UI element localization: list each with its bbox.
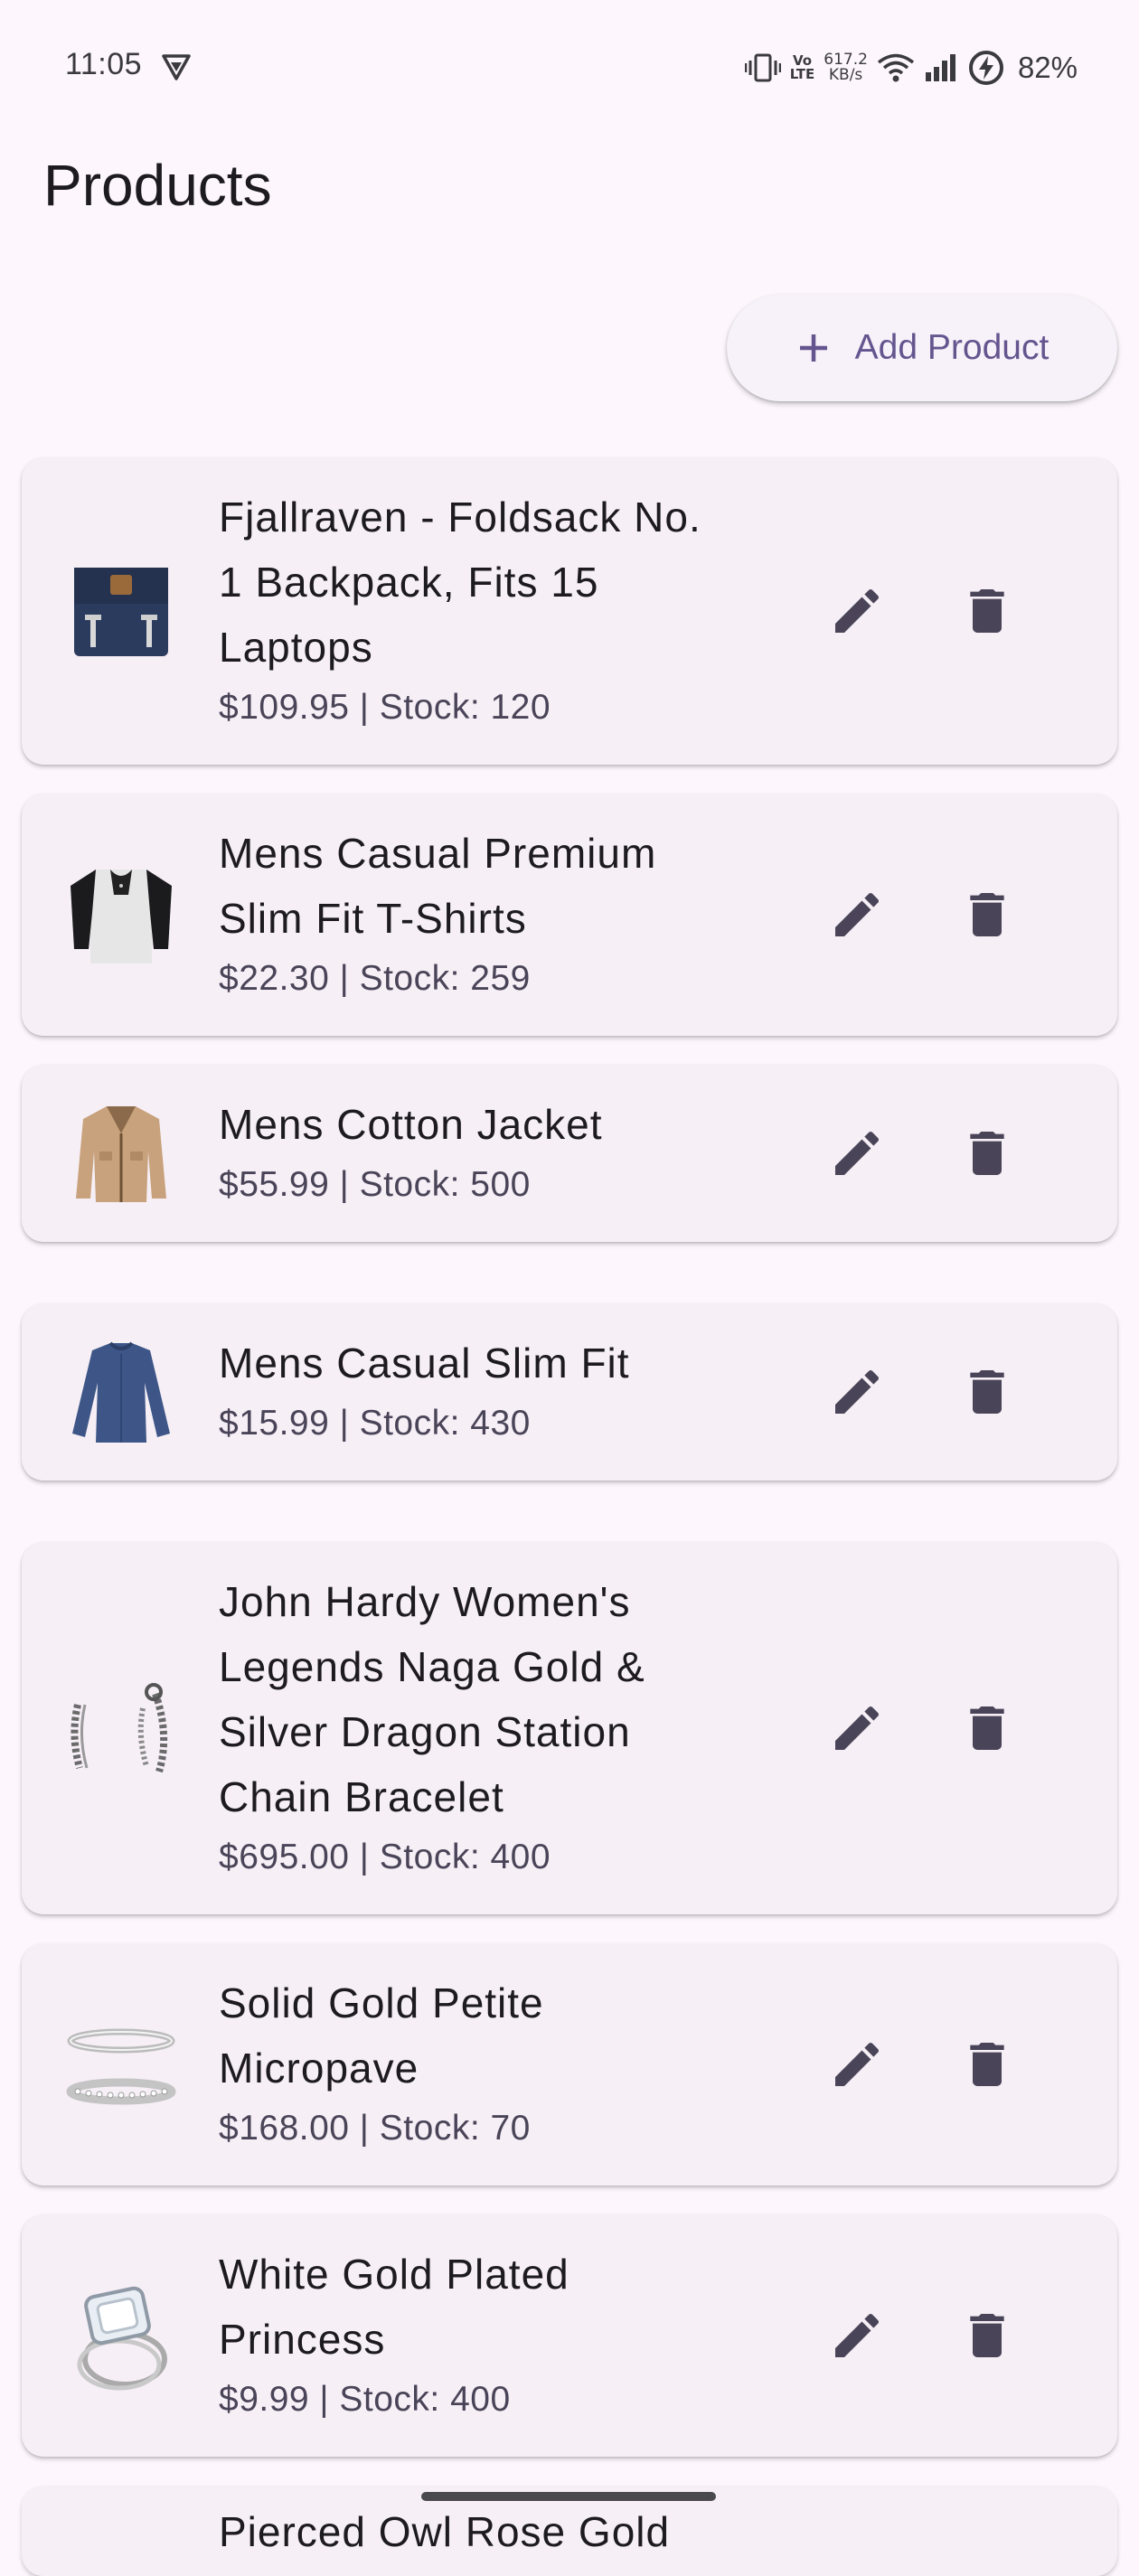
- product-image: [65, 1097, 177, 1209]
- list-item[interactable]: Mens Casual Slim Fit $15.99 | Stock: 430: [22, 1303, 1117, 1481]
- pencil-icon: [835, 1131, 880, 1175]
- product-info: White Gold Plated Princess $9.99 | Stock: …: [219, 2242, 779, 2426]
- product-image: [65, 2280, 177, 2392]
- product-image: [65, 859, 177, 971]
- battery-percent: 82%: [1017, 51, 1078, 84]
- edit-button[interactable]: [814, 1349, 900, 1435]
- trash-icon: [970, 1132, 1004, 1175]
- delete-button[interactable]: [944, 1685, 1031, 1772]
- delete-button[interactable]: [944, 2021, 1031, 2108]
- product-title-line: Legends Naga Gold &: [219, 1643, 645, 1690]
- product-title: Fjallraven - Foldsack No. 1 Backpack, Fit…: [219, 484, 779, 680]
- signal-icon: [925, 54, 955, 81]
- edit-button[interactable]: [814, 1110, 900, 1197]
- trash-icon: [970, 589, 1004, 633]
- list-item[interactable]: White Gold Plated Princess $9.99 | Stock: …: [22, 2214, 1117, 2457]
- product-image: [65, 1672, 177, 1784]
- product-info: Mens Casual Slim Fit $15.99 | Stock: 430: [219, 1330, 779, 1450]
- delete-button[interactable]: [944, 1349, 1031, 1435]
- vibrate-icon: [744, 53, 781, 82]
- product-price-stock: $9.99 | Stock: 400: [219, 2380, 511, 2419]
- network-speed: 617.2 KB/s: [824, 52, 868, 83]
- product-title: Mens Casual Slim Fit: [219, 1330, 779, 1396]
- product-title-line: Princess: [219, 2316, 386, 2363]
- product-title-line: Chain Bracelet: [219, 1773, 504, 1820]
- product-title-line: Silver Dragon Station: [219, 1708, 631, 1755]
- add-product-button[interactable]: Add Product: [727, 295, 1117, 401]
- add-product-label: Add Product: [854, 328, 1050, 367]
- trash-icon: [970, 1706, 1004, 1750]
- product-title: John Hardy Women's Legends Naga Gold & Sil…: [219, 1569, 779, 1829]
- trash-icon: [970, 893, 1004, 936]
- delete-button[interactable]: [944, 871, 1031, 958]
- product-title-line: White Gold Plated: [219, 2251, 570, 2298]
- product-title-line: 1 Backpack, Fits 15: [219, 559, 599, 606]
- volte-icon: Vo LTE: [790, 54, 815, 81]
- product-price-stock: $168.00 | Stock: 70: [219, 2109, 531, 2148]
- pencil-icon: [835, 2313, 880, 2357]
- trash-icon: [970, 2314, 1004, 2357]
- product-title: Mens Cotton Jacket: [219, 1092, 779, 1157]
- volte-bottom: LTE: [789, 66, 815, 82]
- product-info: Mens Casual Premium Slim Fit T-Shirts $22.…: [219, 821, 779, 1005]
- product-title-line: Slim Fit T-Shirts: [219, 895, 527, 942]
- product-title-line: Mens Casual Slim Fit: [219, 1340, 630, 1387]
- product-info: Solid Gold Petite Micropave $168.00 | Stoc…: [219, 1970, 779, 2155]
- product-price-stock: $15.99 | Stock: 430: [219, 1404, 531, 1443]
- delete-button[interactable]: [944, 2292, 1031, 2379]
- plus-icon: [799, 334, 827, 362]
- edit-button[interactable]: [814, 2021, 900, 2108]
- product-price-stock: $695.00 | Stock: 400: [219, 1838, 551, 1876]
- trash-icon: [970, 1370, 1004, 1414]
- edit-button[interactable]: [814, 871, 900, 958]
- wifi-icon: [877, 53, 915, 82]
- product-title: Solid Gold Petite Micropave: [219, 1970, 779, 2101]
- pencil-icon: [835, 892, 880, 936]
- pencil-icon: [835, 588, 880, 633]
- pencil-icon: [835, 1706, 880, 1750]
- product-title-line: John Hardy Women's: [219, 1578, 631, 1625]
- product-info: Fjallraven - Foldsack No. 1 Backpack, Fit…: [219, 484, 779, 734]
- product-info: Mens Cotton Jacket $55.99 | Stock: 500: [219, 1092, 779, 1211]
- edit-button[interactable]: [814, 2292, 900, 2379]
- list-item[interactable]: Fjallraven - Foldsack No. 1 Backpack, Fit…: [22, 457, 1117, 765]
- trash-icon: [970, 2043, 1004, 2086]
- product-info: John Hardy Women's Legends Naga Gold & Sil…: [219, 1569, 779, 1884]
- list-item[interactable]: John Hardy Women's Legends Naga Gold & Sil…: [22, 1542, 1117, 1914]
- page-title: Products: [43, 153, 272, 218]
- list-item[interactable]: Solid Gold Petite Micropave $168.00 | Stoc…: [22, 1943, 1117, 2186]
- product-title: Mens Casual Premium Slim Fit T-Shirts: [219, 821, 779, 951]
- status-time: 11:05: [65, 47, 143, 81]
- product-title-line: Micropave: [219, 2045, 419, 2092]
- product-title-line: Mens Cotton Jacket: [219, 1101, 603, 1148]
- product-price-stock: $22.30 | Stock: 259: [219, 959, 531, 998]
- delete-button[interactable]: [944, 1110, 1031, 1197]
- list-item[interactable]: Mens Cotton Jacket $55.99 | Stock: 500: [22, 1065, 1117, 1242]
- list-item[interactable]: Mens Casual Premium Slim Fit T-Shirts $22.…: [22, 794, 1117, 1036]
- product-title-line: Solid Gold Petite: [219, 1979, 544, 2026]
- product-price-stock: $109.95 | Stock: 120: [219, 688, 551, 727]
- product-title-partial: Pierced Owl Rose Gold: [219, 2508, 671, 2555]
- network-speed-unit: KB/s: [828, 66, 863, 84]
- gesture-navigation-bar[interactable]: [421, 2492, 716, 2501]
- status-bar: 11:05 Vo LTE 617.2 KB/s 82%: [0, 0, 1139, 136]
- product-image: [65, 1336, 177, 1448]
- product-image: [65, 2008, 177, 2120]
- product-price-stock: $55.99 | Stock: 500: [219, 1165, 531, 1204]
- product-title-line: Fjallraven - Foldsack No.: [219, 494, 701, 541]
- vpn-icon: [162, 54, 191, 80]
- pencil-icon: [835, 2042, 880, 2086]
- product-title-line: Mens Casual Premium: [219, 830, 657, 877]
- status-icons: Vo LTE 617.2 KB/s 82%: [744, 45, 1078, 90]
- product-title: White Gold Plated Princess: [219, 2242, 779, 2372]
- product-title-line: Laptops: [219, 624, 373, 671]
- edit-button[interactable]: [814, 1685, 900, 1772]
- battery-charging-icon: [968, 51, 1003, 85]
- product-image: [65, 555, 177, 667]
- delete-button[interactable]: [944, 568, 1031, 654]
- edit-button[interactable]: [814, 568, 900, 654]
- pencil-icon: [835, 1369, 880, 1414]
